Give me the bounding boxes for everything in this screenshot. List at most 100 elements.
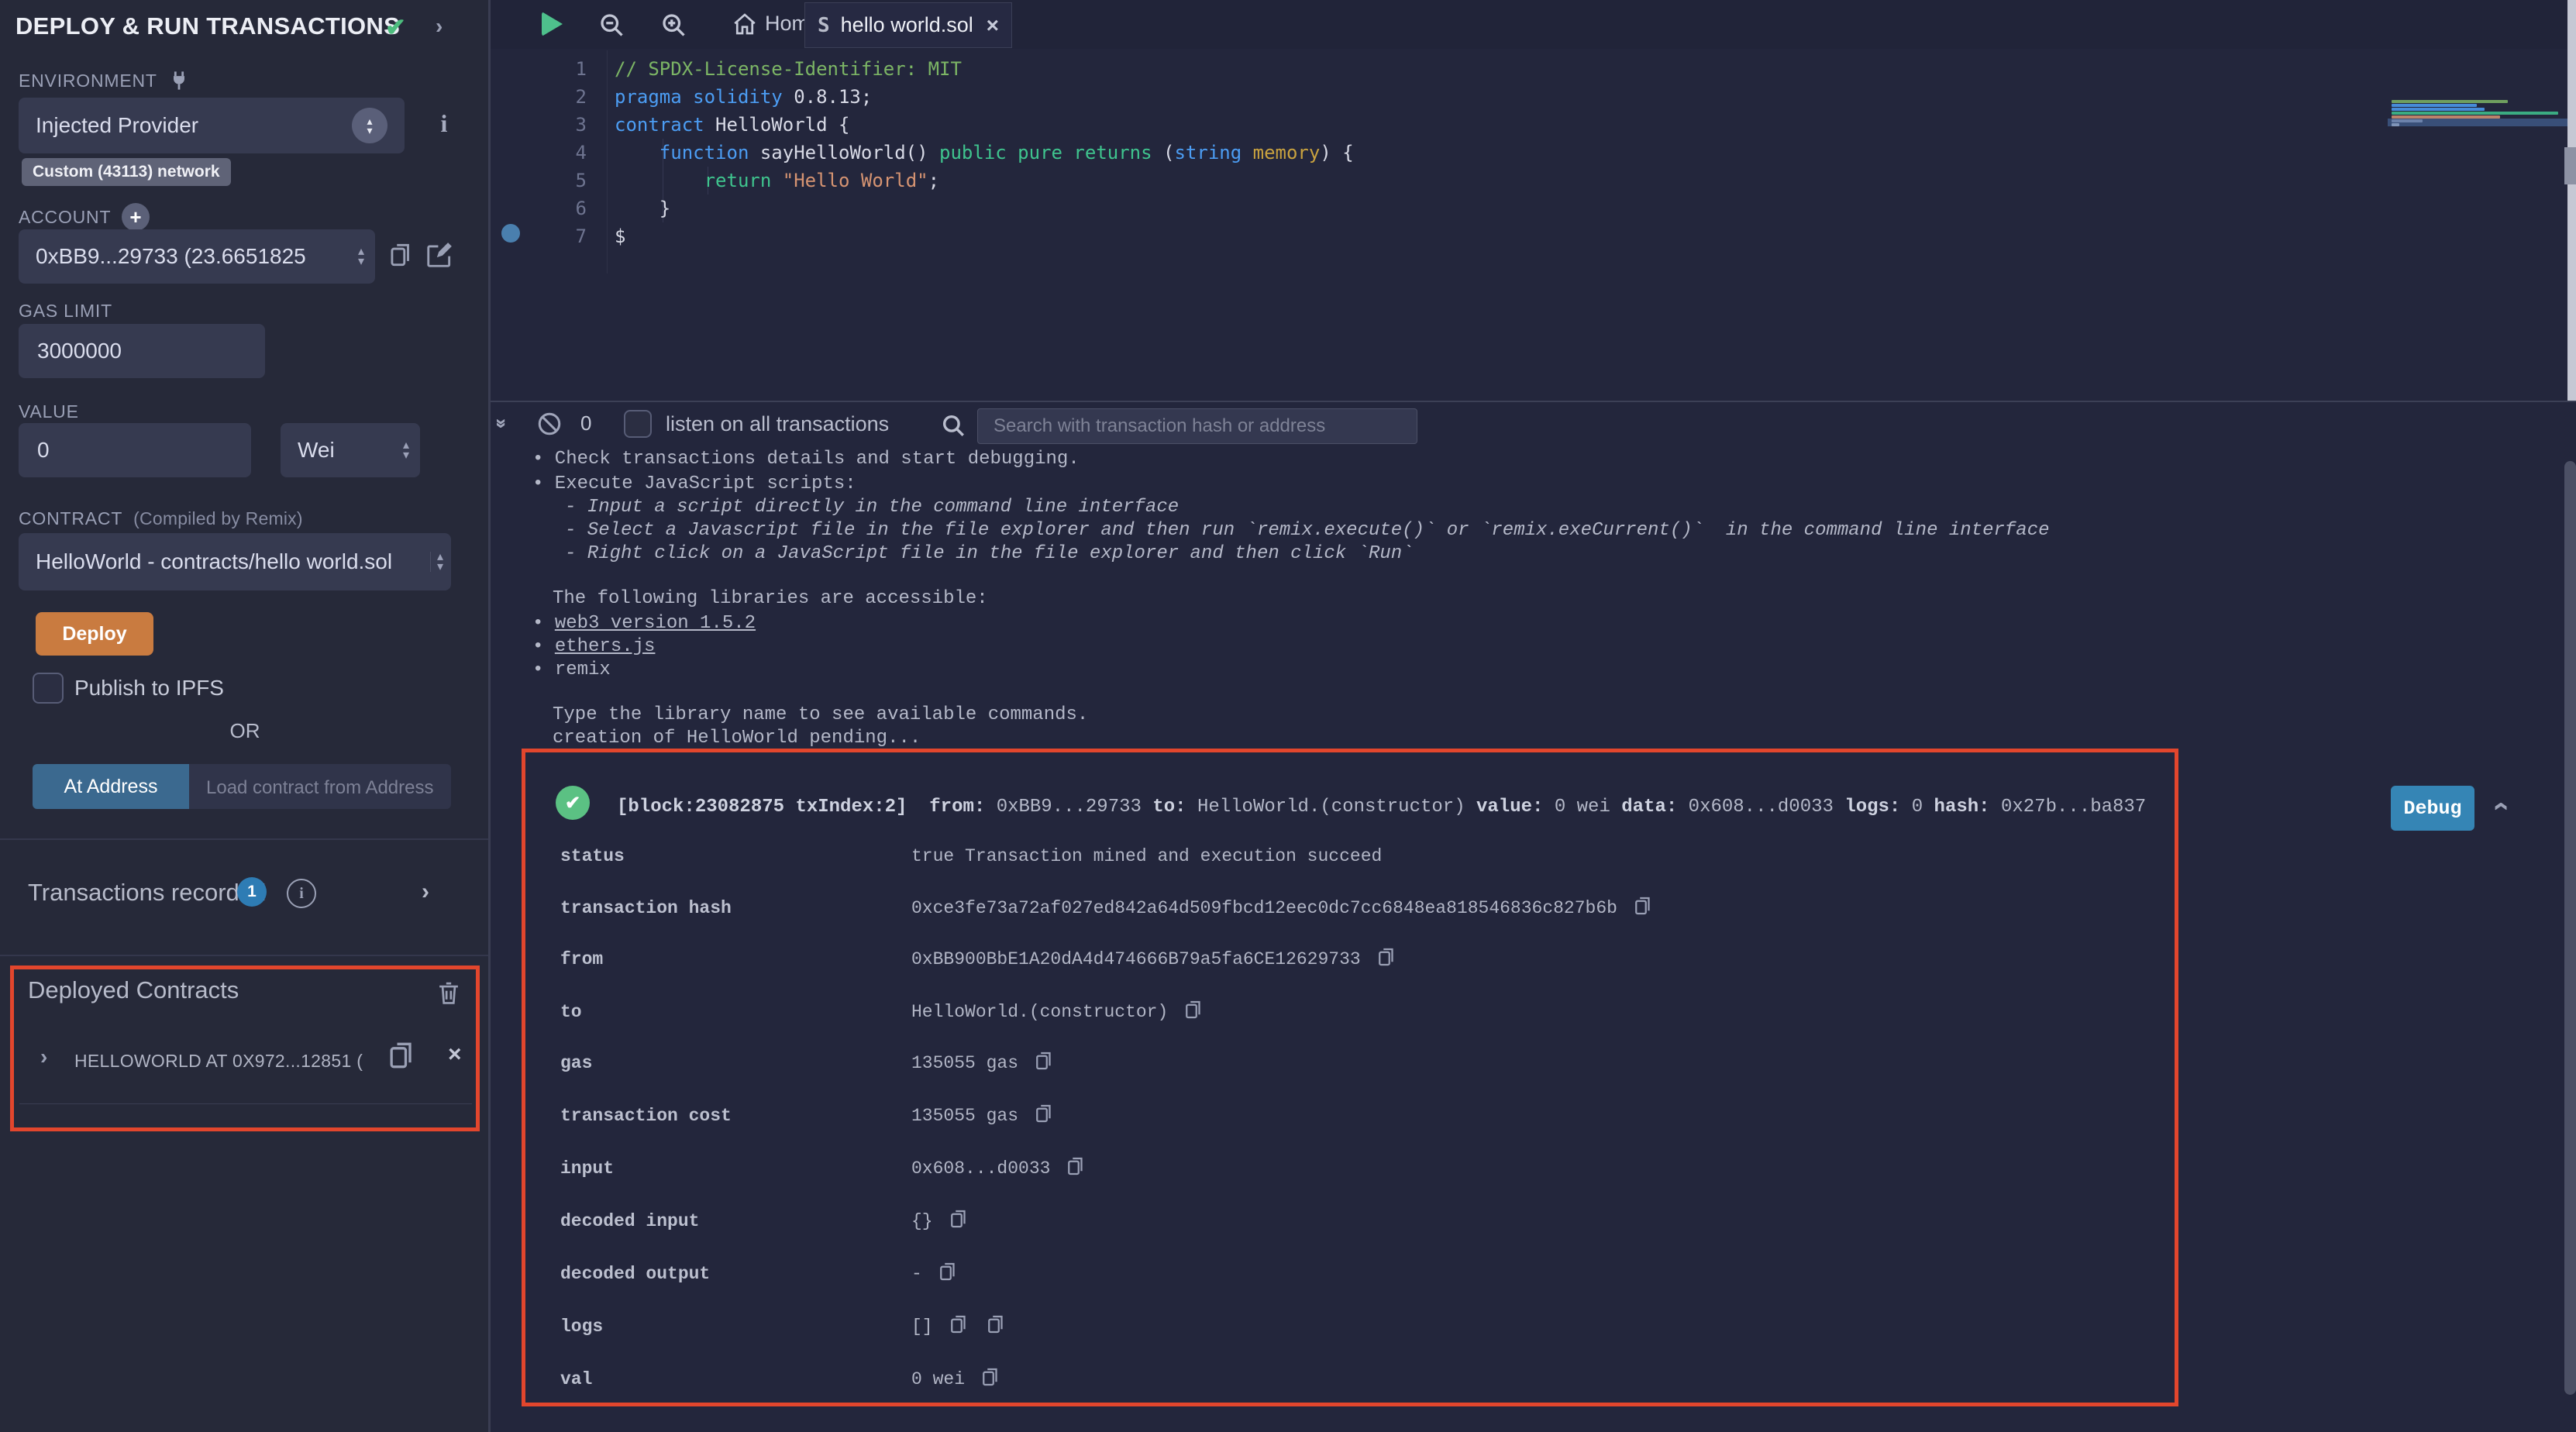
compile-success-icon: ✔ [385,12,406,42]
gas-limit-input-wrap [19,324,265,378]
gas-limit-input[interactable] [36,338,248,364]
terminal-log-line: Type the library name to see available c… [553,704,1088,725]
zoom-out-icon[interactable] [598,11,625,39]
copy-account-icon[interactable] [386,240,415,270]
plug-icon [168,70,190,91]
tx-row-transaction-cost: transaction cost135055 gas [560,1102,1056,1131]
tx-row-decoded-input: decoded input{} [560,1207,970,1236]
copy-icon[interactable] [984,1321,1007,1341]
copy-icon[interactable] [1375,954,1398,974]
copy-icon[interactable] [1032,1058,1056,1078]
transactions-recorded-label: Transactions recorded [28,879,266,907]
zoom-in-icon[interactable] [659,11,687,39]
divider [0,955,490,956]
terminal-log-line: - Input a script directly in the command… [565,497,1179,518]
tx-success-icon: ✔ [556,786,590,820]
web3-link[interactable]: web3 version 1.5.2 [555,613,756,634]
terminal-search-input[interactable] [992,415,1403,438]
divider [19,1103,472,1104]
environment-info-icon[interactable]: i [431,110,457,136]
account-label: ACCOUNT + [19,203,150,231]
deploy-button[interactable]: Deploy [36,612,153,656]
code-line: 5 return "Hello World"; [491,167,939,194]
tx-row-gas: gas135055 gas [560,1049,1056,1078]
tx-row-logs: logs[] [560,1313,1007,1341]
collapse-terminal-icon[interactable]: ›› [490,418,514,425]
transactions-expand-icon[interactable]: › [422,879,429,905]
page-scrollbar-thumb[interactable] [2564,461,2576,1395]
transactions-info-icon[interactable]: i [287,879,316,908]
terminal-log-line: • Check transactions details and start d… [532,449,1080,470]
copy-icon[interactable] [979,1374,1002,1394]
remix-ide: DEPLOY & RUN TRANSACTIONS ✔ › ENVIRONMEN… [0,0,2576,1432]
code-area[interactable]: 1 // SPDX-License-Identifier: MIT 2 prag… [491,49,2576,401]
at-address-input[interactable] [205,773,436,800]
deployed-contract-item[interactable]: HELLOWORLD AT 0X972...12851 ( [74,1051,363,1072]
code-line: 3 contract HelloWorld { [491,111,849,139]
panel-title: DEPLOY & RUN TRANSACTIONS [15,12,400,40]
copy-icon[interactable] [947,1216,970,1236]
or-separator: OR [0,719,490,743]
code-editor: Home S hello world.sol × 1 // SPDX-Licen… [491,0,2576,401]
deployed-contract-expand-icon[interactable]: › [40,1045,47,1069]
minimap[interactable] [2392,100,2567,131]
tx-row-status: statustrue Transaction mined and executi… [560,846,1382,866]
edit-account-icon[interactable] [425,240,454,270]
gas-limit-label: GAS LIMIT [19,301,112,322]
code-line: 1 // SPDX-License-Identifier: MIT [491,55,962,83]
run-script-play-icon[interactable] [542,12,563,36]
add-account-icon[interactable]: + [122,203,150,231]
terminal-log-line: The following libraries are accessible: [553,588,988,609]
value-input[interactable] [36,437,234,463]
copy-contract-icon[interactable] [384,1038,418,1072]
copy-icon[interactable] [947,1321,970,1341]
at-address-button[interactable]: At Address [33,764,189,809]
listen-transactions-label: listen on all transactions [666,412,889,436]
copy-icon[interactable] [1064,1163,1087,1183]
terminal: ›› 0 listen on all transactions • Check … [491,401,2576,1432]
copy-icon[interactable] [936,1268,959,1289]
value-unit-select[interactable]: Wei ▴▾ [281,423,420,477]
select-caret-icon: ▴▾ [403,440,409,460]
terminal-search-wrap [977,408,1417,444]
code-line: 2 pragma solidity 0.8.13; [491,83,872,111]
tab-hello-world-sol[interactable]: S hello world.sol × [804,2,1012,48]
terminal-log-line: • web3 version 1.5.2 [532,613,756,634]
terminal-log-line: - Right click on a JavaScript file in th… [565,543,1414,564]
network-badge: Custom (43113) network [22,158,231,186]
copy-icon[interactable] [1631,903,1655,923]
environment-select[interactable]: Injected Provider ▴▾ [19,98,405,153]
tx-row-val: val0 wei [560,1365,1002,1394]
code-line: 7 $ [491,222,625,250]
listen-transactions-checkbox[interactable] [624,410,652,438]
clear-deployed-trash-icon[interactable] [434,978,463,1007]
chevron-up-icon[interactable]: › [2483,801,2516,811]
search-icon [940,412,966,439]
home-icon[interactable] [731,10,759,38]
select-caret-icon: ▴▾ [358,246,364,267]
deploy-run-panel: DEPLOY & RUN TRANSACTIONS ✔ › ENVIRONMEN… [0,0,490,1432]
remove-contract-icon[interactable]: × [448,1041,462,1068]
pending-tx-count: 0 [580,411,591,435]
terminal-log-line: creation of HelloWorld pending... [553,728,921,749]
tx-summary[interactable]: [block:23082875 txIndex:2] from: 0xBB9..… [617,797,2146,818]
environment-label: ENVIRONMENT [19,70,190,91]
panel-collapse-icon[interactable]: › [436,14,443,39]
editor-tabbar: Home S hello world.sol × [491,0,2576,49]
code-line: 6 } [491,194,670,222]
terminal-log-line: • Execute JavaScript scripts: [532,473,856,494]
copy-icon[interactable] [1182,1007,1205,1027]
publish-ipfs-label: Publish to IPFS [74,676,224,701]
publish-ipfs-checkbox[interactable] [33,673,64,704]
account-select[interactable]: 0xBB9...29733 (23.6651825 ▴▾ [19,229,375,284]
editor-scrollbar[interactable] [2567,0,2576,401]
code-line: 4 function sayHelloWorld() public pure r… [491,139,1354,167]
close-tab-icon[interactable]: × [987,13,999,38]
ethers-link[interactable]: ethers.js [555,636,656,657]
editor-scrollbar-thumb[interactable] [2564,147,2576,184]
debug-button[interactable]: Debug [2391,786,2474,831]
clear-console-ban-icon[interactable] [536,410,563,438]
contract-select[interactable]: HelloWorld - contracts/hello world.sol ▴… [19,533,451,590]
copy-icon[interactable] [1032,1110,1056,1131]
tx-row-to: toHelloWorld.(constructor) [560,998,1205,1027]
